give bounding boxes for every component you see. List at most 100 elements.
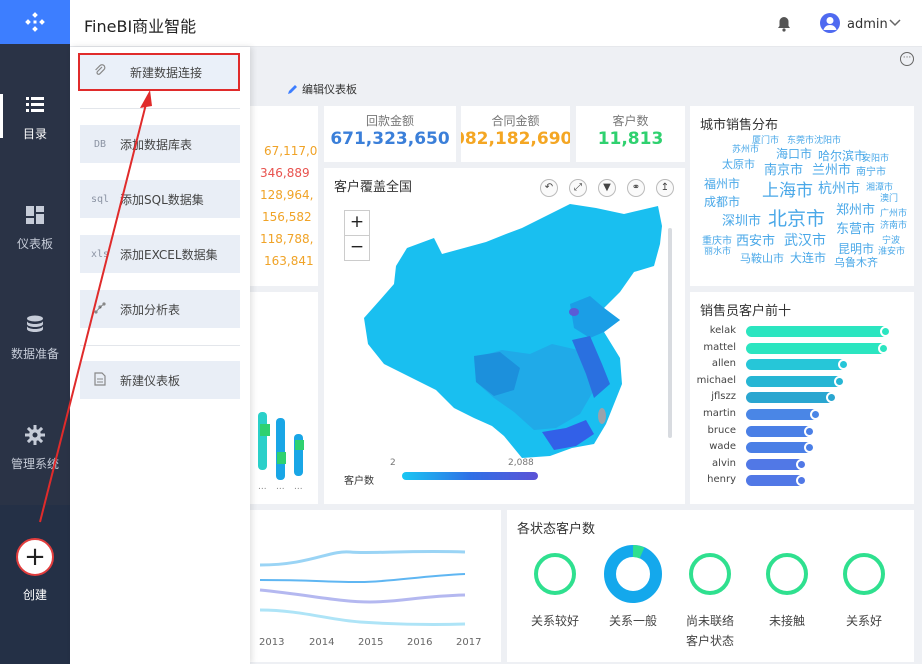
small-chart-card: ... ... ... bbox=[250, 292, 318, 504]
series-line bbox=[259, 573, 466, 584]
sales-bar[interactable] bbox=[746, 425, 812, 437]
table-cell: 156,582 bbox=[262, 210, 312, 224]
add-analysis-table-item[interactable]: 添加分析表 bbox=[80, 290, 240, 328]
word: 安阳市 bbox=[862, 154, 890, 164]
user-icon bbox=[823, 17, 837, 30]
new-data-connection-item[interactable]: 新建数据连接 bbox=[78, 53, 240, 91]
sales-bar[interactable] bbox=[746, 392, 834, 404]
map-island bbox=[598, 408, 606, 424]
nav-item-data-prep[interactable]: 数据准备 bbox=[0, 298, 70, 378]
zoom-out-button[interactable]: − bbox=[344, 235, 370, 261]
series-line bbox=[259, 549, 466, 567]
nav-item-catalog[interactable]: 目录 bbox=[0, 78, 70, 158]
small-chart bbox=[258, 412, 304, 480]
table-cell: 118,788, bbox=[260, 232, 314, 246]
word: 重庆市 bbox=[702, 236, 732, 247]
status-ring bbox=[689, 553, 731, 595]
username[interactable]: admin bbox=[847, 17, 888, 32]
small-bar bbox=[276, 418, 285, 480]
word: 深圳市 bbox=[722, 214, 762, 229]
db-icon: DB bbox=[93, 138, 107, 150]
table-cell: 346,889 bbox=[260, 166, 310, 180]
export-icon[interactable]: ↥ bbox=[656, 179, 674, 197]
divider bbox=[80, 345, 240, 346]
bell-icon[interactable] bbox=[777, 16, 791, 32]
kpi-value: 11,813 bbox=[597, 129, 664, 149]
kpi-title: 回款金额 bbox=[365, 114, 414, 128]
word: 西安市 bbox=[736, 234, 776, 249]
zoom-in-button[interactable]: + bbox=[344, 210, 370, 236]
bar-label: jflszz bbox=[711, 391, 736, 403]
map-card: 客户覆盖全国 ↶ ⤢ ▼ ⚭ ↥ + − 客户数 2 2,088 bbox=[324, 168, 685, 504]
sales-bar-dot bbox=[804, 425, 815, 437]
more-options-button[interactable]: ··· bbox=[900, 52, 914, 66]
word: 杭州市 bbox=[818, 181, 860, 197]
sales-bar[interactable] bbox=[746, 409, 818, 420]
gear-icon bbox=[25, 425, 45, 445]
map-title: 客户覆盖全国 bbox=[334, 180, 413, 195]
sales-bar-dot bbox=[878, 342, 889, 354]
chevron-down-icon[interactable] bbox=[888, 15, 902, 29]
pencil-icon bbox=[288, 84, 297, 94]
small-bar-marker bbox=[277, 452, 286, 464]
word: 湘潭市 bbox=[866, 183, 894, 193]
bar-label: bruce bbox=[707, 424, 736, 436]
app-title: FineBI商业智能 bbox=[84, 17, 197, 36]
bar-label: henry bbox=[707, 474, 736, 486]
edit-dashboard-button[interactable]: 编辑仪表板 bbox=[287, 81, 357, 97]
small-bar-marker bbox=[260, 424, 270, 436]
filter-icon[interactable]: ▼ bbox=[598, 179, 616, 197]
status-ring-segment bbox=[632, 545, 645, 559]
create-flyout-menu: 新建数据连接 DB 添加数据库表 sql 添加SQL数据集 xls 添加EXCE… bbox=[70, 47, 250, 664]
xls-icon: xls bbox=[90, 248, 110, 260]
word: 哈尔滨市 bbox=[818, 149, 867, 163]
bar-label: allen bbox=[711, 358, 736, 370]
edit-dashboard-label: 编辑仪表板 bbox=[302, 83, 357, 96]
app-logo[interactable] bbox=[0, 0, 70, 44]
small-bar-marker bbox=[295, 440, 304, 450]
undo-icon[interactable]: ↶ bbox=[540, 179, 558, 197]
word: 兰州市 bbox=[812, 163, 852, 178]
kpi-value: 671,323,650 bbox=[330, 129, 450, 149]
word: 淮安市 bbox=[878, 247, 906, 257]
sales-bar[interactable] bbox=[746, 442, 812, 454]
avatar[interactable] bbox=[820, 13, 840, 33]
nav-item-admin[interactable]: 管理系统 bbox=[0, 408, 70, 488]
china-map bbox=[364, 204, 672, 458]
sales-bar-dot bbox=[834, 375, 845, 387]
menu-item-label: 添加数据库表 bbox=[120, 137, 193, 152]
create-button[interactable]: + bbox=[16, 538, 54, 576]
sales-bar[interactable] bbox=[746, 375, 842, 387]
word: 澳门 bbox=[880, 194, 899, 204]
word: 南京市 bbox=[764, 163, 804, 178]
fullscreen-icon[interactable]: ⤢ bbox=[569, 179, 587, 197]
divider bbox=[80, 108, 240, 109]
tick-label: ... bbox=[294, 482, 303, 492]
link-icon[interactable]: ⚭ bbox=[627, 179, 645, 197]
sales-bar[interactable] bbox=[746, 326, 888, 337]
nav-item-dashboard[interactable]: 仪表板 bbox=[0, 188, 70, 268]
word: 海口市 bbox=[776, 147, 813, 161]
sales-bar[interactable] bbox=[746, 342, 886, 354]
new-dashboard-item[interactable]: 新建仪表板 bbox=[80, 361, 240, 399]
dashboard-icon bbox=[26, 206, 44, 224]
menu-item-label: 添加EXCEL数据集 bbox=[120, 247, 218, 262]
x-tick-label: 2013 bbox=[259, 637, 285, 648]
add-excel-dataset-item[interactable]: xls 添加EXCEL数据集 bbox=[80, 235, 240, 273]
word: 东营市 bbox=[836, 222, 876, 237]
logo-icon bbox=[25, 12, 45, 32]
status-ring bbox=[534, 553, 576, 595]
sales-bar[interactable] bbox=[746, 359, 846, 371]
x-tick-label: 2017 bbox=[456, 637, 482, 648]
status-label: 尚未联络 bbox=[685, 614, 734, 628]
word: 大连市 bbox=[790, 251, 827, 265]
create-section bbox=[0, 505, 70, 664]
sales-bar-dot bbox=[796, 458, 807, 470]
menu-item-label: 添加分析表 bbox=[120, 302, 181, 317]
series-line bbox=[259, 588, 466, 604]
add-database-table-item[interactable]: DB 添加数据库表 bbox=[80, 125, 240, 163]
database-icon bbox=[27, 315, 43, 332]
legend-max: 2,088 bbox=[508, 458, 534, 468]
add-sql-dataset-item[interactable]: sql 添加SQL数据集 bbox=[80, 180, 240, 218]
side-nav: 目录 仪表板 数据准备 管理系统 + 创建 bbox=[0, 0, 70, 664]
